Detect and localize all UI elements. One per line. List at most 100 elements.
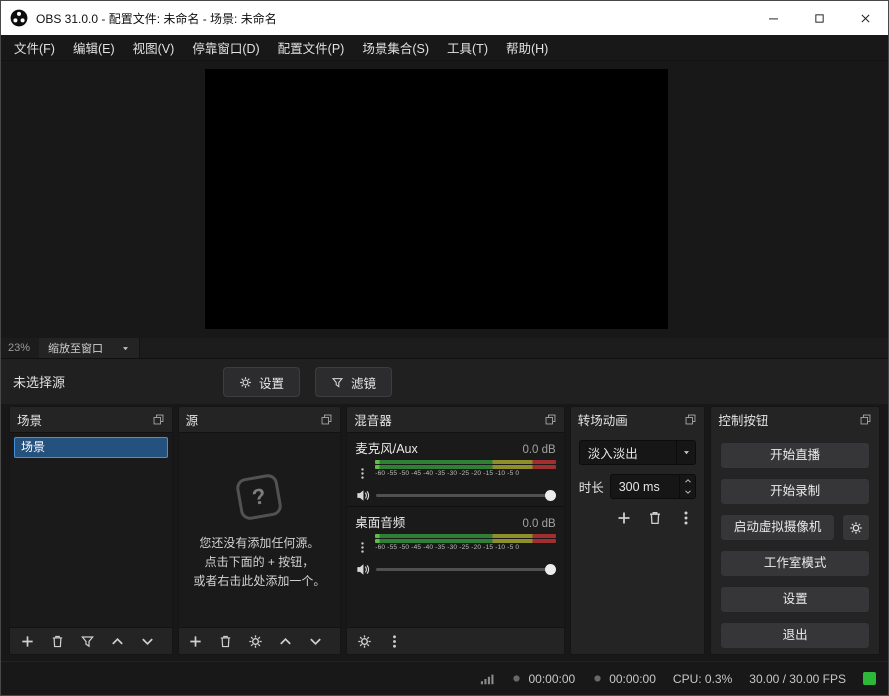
source-context-bar: 未选择源 设置 滤镜	[1, 358, 888, 404]
scenes-dock-header[interactable]: 场景	[10, 407, 172, 432]
dock-icon[interactable]	[684, 413, 697, 426]
scene-filters-button[interactable]	[79, 633, 95, 649]
move-source-up-button[interactable]	[278, 633, 294, 649]
duration-increase-button[interactable]	[680, 475, 695, 487]
statusbar: 00:00:00 00:00:00 CPU: 0.3% 30.00 / 30.0…	[1, 661, 888, 695]
meter-scale: -60 -55 -50 -45 -40 -35 -30 -25 -20 -15 …	[375, 470, 555, 477]
add-scene-button[interactable]	[19, 633, 35, 649]
chevron-down-icon	[121, 344, 130, 353]
source-properties-toolbar-button[interactable]	[248, 633, 264, 649]
meter-scale: -60 -55 -50 -45 -40 -35 -30 -25 -20 -15 …	[375, 544, 555, 551]
zoom-fit-select[interactable]: 缩放至窗口	[39, 338, 139, 358]
move-scene-down-button[interactable]	[139, 633, 155, 649]
settings-button[interactable]: 设置	[720, 586, 870, 613]
studio-mode-button[interactable]: 工作室模式	[720, 550, 870, 577]
channel-name: 麦克风/Aux	[355, 438, 418, 457]
menu-docks[interactable]: 停靠窗口(D)	[183, 35, 268, 60]
mute-button[interactable]	[355, 488, 370, 503]
exit-button[interactable]: 退出	[720, 622, 870, 649]
zoom-percent: 23%	[1, 338, 39, 358]
add-transition-button[interactable]	[616, 510, 632, 526]
start-virtual-camera-button[interactable]: 启动虚拟摄像机	[720, 514, 835, 541]
question-mark-icon: ?	[235, 472, 284, 521]
menu-tools[interactable]: 工具(T)	[438, 35, 497, 60]
stats-health-indicator	[863, 672, 876, 685]
menu-edit[interactable]: 编辑(E)	[64, 35, 124, 60]
transitions-dock: 转场动画 淡入淡出 时长 300 ms	[570, 406, 706, 655]
channel-db-value: 0.0 dB	[522, 518, 555, 530]
preview-area[interactable]	[1, 61, 888, 338]
channel-options-button[interactable]	[355, 534, 369, 560]
volume-slider-handle[interactable]	[545, 490, 556, 501]
transitions-title: 转场动画	[578, 410, 628, 429]
menu-help[interactable]: 帮助(H)	[497, 35, 557, 60]
move-scene-up-button[interactable]	[109, 633, 125, 649]
channel-options-button[interactable]	[355, 460, 369, 486]
transitions-dock-header[interactable]: 转场动画	[571, 407, 705, 432]
remove-source-button[interactable]	[218, 633, 234, 649]
fps-indicator: 30.00 / 30.00 FPS	[749, 672, 846, 686]
volume-slider[interactable]	[376, 489, 555, 502]
preview-canvas[interactable]	[205, 69, 668, 329]
duration-value: 300 ms	[611, 475, 680, 498]
window-title: OBS 31.0.0 - 配置文件: 未命名 - 场景: 未命名	[36, 10, 277, 27]
dock-icon[interactable]	[859, 413, 872, 426]
move-source-down-button[interactable]	[308, 633, 324, 649]
mixer-channel-mic: 麦克风/Aux 0.0 dB -60 -55 -50 -45 -40 -35 -…	[347, 433, 563, 506]
controls-dock-header[interactable]: 控制按钮	[711, 407, 879, 432]
dock-icon[interactable]	[320, 413, 333, 426]
scene-list[interactable]: 场景	[10, 432, 172, 627]
add-source-button[interactable]	[188, 633, 204, 649]
mixer-dock-header[interactable]: 混音器	[347, 407, 563, 432]
source-list[interactable]: ? 您还没有添加任何源。 点击下面的 + 按钮， 或者右击此处添加一个。	[179, 432, 341, 627]
transition-options-button[interactable]	[678, 510, 694, 526]
scene-list-item[interactable]: 场景	[14, 437, 168, 458]
duration-spinbox[interactable]: 300 ms	[610, 474, 697, 499]
no-source-label: 未选择源	[13, 372, 65, 391]
start-recording-button[interactable]: 开始录制	[720, 478, 870, 505]
mixer-toolbar	[347, 627, 563, 654]
source-filters-button[interactable]: 滤镜	[315, 367, 392, 397]
remove-scene-button[interactable]	[49, 633, 65, 649]
start-streaming-button[interactable]: 开始直播	[720, 442, 870, 469]
maximize-button[interactable]	[796, 1, 842, 35]
source-properties-button[interactable]: 设置	[223, 367, 300, 397]
mixer-options-button[interactable]	[386, 633, 402, 649]
filter-icon	[331, 376, 344, 389]
dock-icon[interactable]	[544, 413, 557, 426]
mixer-channel-desktop: 桌面音频 0.0 dB -60 -55 -50 -45 -40 -35 -30 …	[347, 506, 563, 580]
virtual-camera-settings-button[interactable]	[842, 514, 870, 541]
scenes-toolbar	[10, 627, 172, 654]
menu-file[interactable]: 文件(F)	[5, 35, 64, 60]
sources-dock-header[interactable]: 源	[179, 407, 341, 432]
controls-title: 控制按钮	[718, 410, 768, 429]
chevron-down-icon	[676, 441, 695, 464]
duration-label: 时长	[579, 477, 604, 496]
preview-zoom-bar: 23% 缩放至窗口	[1, 338, 888, 358]
menubar: 文件(F) 编辑(E) 视图(V) 停靠窗口(D) 配置文件(P) 场景集合(S…	[1, 35, 888, 61]
context-buttons: 设置 滤镜	[223, 367, 392, 397]
sources-dock: 源 ? 您还没有添加任何源。 点击下面的 + 按钮， 或者右击此处添加一个。	[178, 406, 342, 655]
titlebar[interactable]: OBS 31.0.0 - 配置文件: 未命名 - 场景: 未命名	[1, 1, 888, 35]
network-signal-icon	[480, 672, 494, 686]
advanced-audio-button[interactable]	[356, 633, 372, 649]
dock-icon[interactable]	[152, 413, 165, 426]
menu-view[interactable]: 视图(V)	[124, 35, 184, 60]
close-button[interactable]	[842, 1, 888, 35]
remove-transition-button[interactable]	[647, 510, 663, 526]
obs-window: OBS 31.0.0 - 配置文件: 未命名 - 场景: 未命名 文件(F) 编…	[0, 0, 889, 696]
volume-slider[interactable]	[376, 563, 555, 576]
duration-decrease-button[interactable]	[680, 487, 695, 499]
transition-select[interactable]: 淡入淡出	[579, 440, 697, 465]
volume-slider-handle[interactable]	[545, 564, 556, 575]
record-timer: 00:00:00	[592, 672, 656, 686]
volume-meter: -60 -55 -50 -45 -40 -35 -30 -25 -20 -15 …	[375, 460, 555, 477]
minimize-button[interactable]	[750, 1, 796, 35]
scenes-title: 场景	[17, 410, 42, 429]
mute-button[interactable]	[355, 562, 370, 577]
menu-profile[interactable]: 配置文件(P)	[269, 35, 354, 60]
menu-scene-collection[interactable]: 场景集合(S)	[353, 35, 438, 60]
scenes-dock: 场景 场景	[9, 406, 173, 655]
channel-name: 桌面音频	[355, 512, 405, 531]
horizontal-scrollbar[interactable]	[139, 338, 888, 358]
